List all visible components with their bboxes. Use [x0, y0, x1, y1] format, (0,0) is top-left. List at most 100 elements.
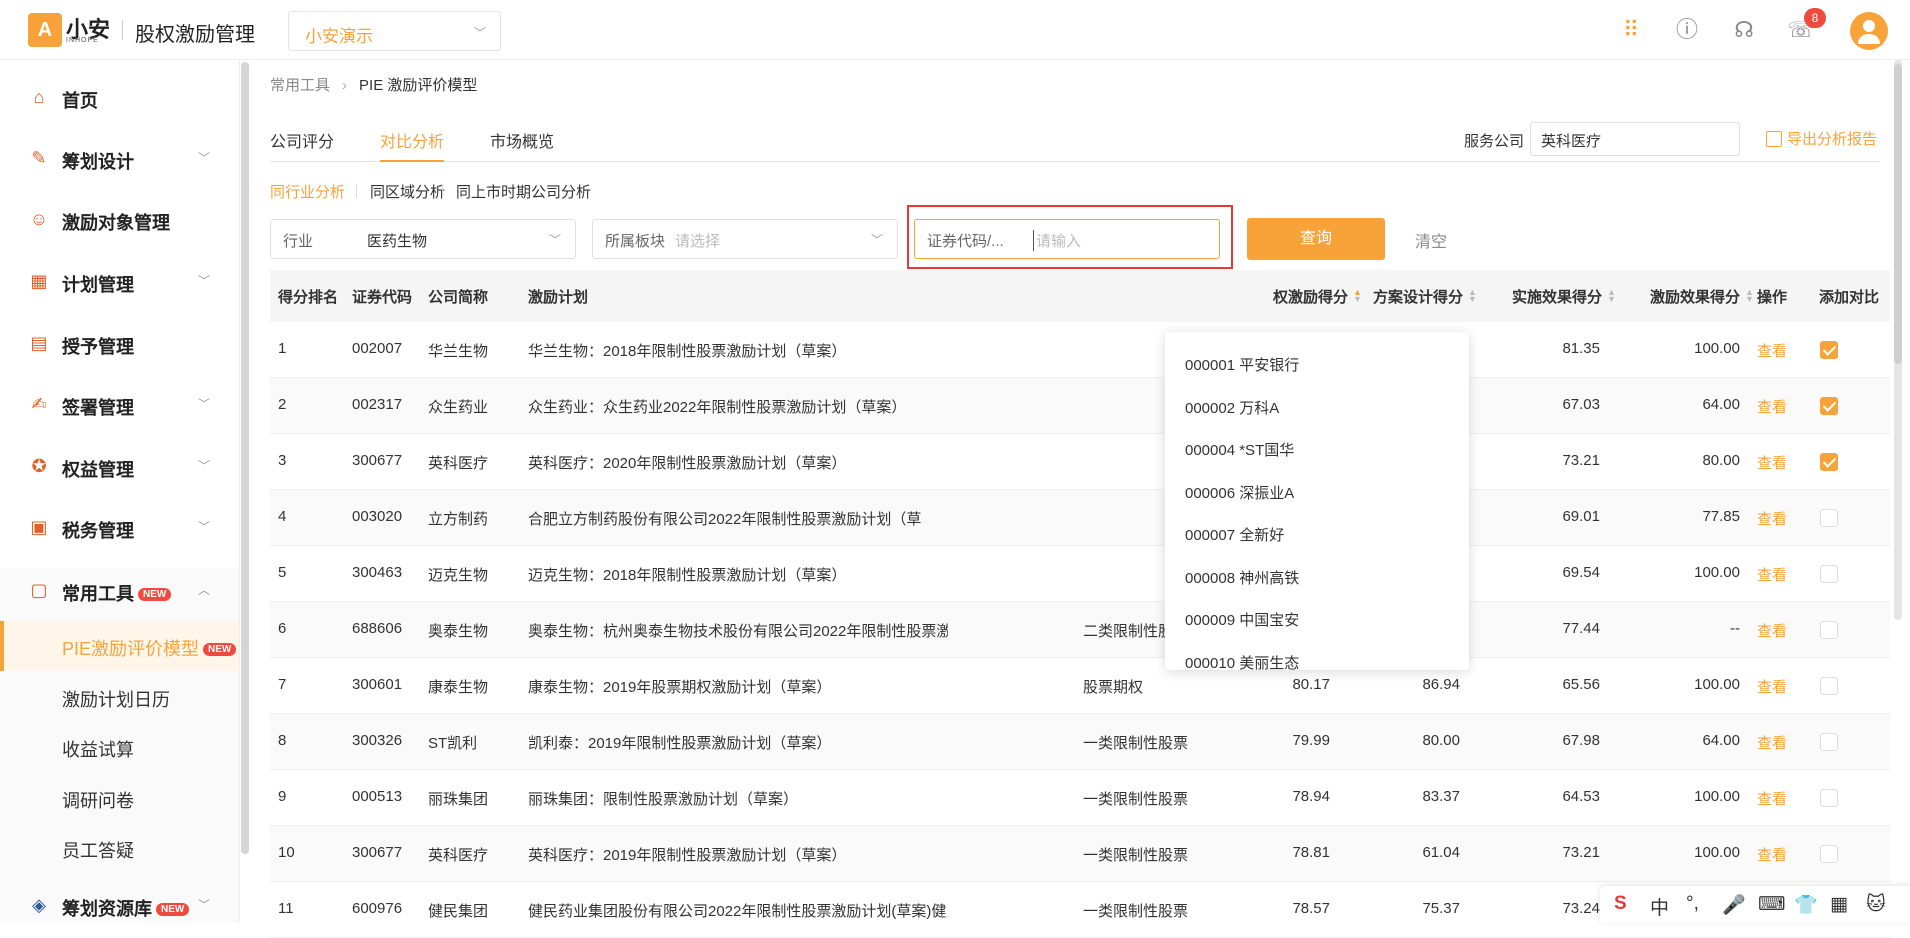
compare-checkbox[interactable]	[1820, 733, 1838, 751]
cell-effect: --	[1730, 620, 1740, 637]
view-link[interactable]: 查看	[1757, 844, 1787, 865]
sidebar-subitem-0[interactable]: PIE激励评价模型 NEW	[0, 621, 239, 671]
cell-score: 80.17	[1292, 676, 1330, 693]
sidebar-subitem-4[interactable]: 员工答疑	[0, 823, 239, 873]
tab-market-overview[interactable]: 市场概览	[490, 128, 554, 162]
sidebar-subitem-2[interactable]: 收益试算	[0, 722, 239, 772]
dropdown-option[interactable]: 000009 中国宝安	[1185, 609, 1299, 630]
compare-checkbox[interactable]	[1820, 621, 1838, 639]
view-link[interactable]: 查看	[1757, 340, 1787, 361]
cell-code: 300463	[352, 564, 403, 581]
th-plan: 激励计划	[528, 289, 589, 306]
sidebar-item-1[interactable]: ✎ 筹划设计 ﹀	[0, 133, 239, 183]
dropdown-option[interactable]: 000004 *ST国华	[1185, 439, 1294, 460]
th-score[interactable]: 权激励得分 ▲ ▼	[1273, 286, 1362, 307]
users-icon: ☺	[29, 209, 49, 229]
view-link[interactable]: 查看	[1757, 396, 1787, 417]
security-code-dropdown: 000001 平安银行 000002 万科A 000004 *ST国华 000006 …	[1165, 332, 1469, 670]
tax-icon: ▣	[30, 517, 48, 537]
compare-checkbox[interactable]	[1820, 845, 1838, 863]
subtab-same-region[interactable]: 同区域分析	[370, 181, 445, 202]
cell-code: 300677	[352, 844, 403, 861]
tab-company-score[interactable]: 公司评分	[270, 128, 334, 162]
security-code-input[interactable]: 证券代码/... 请输入	[914, 219, 1220, 259]
cell-effect: 100.00	[1694, 564, 1740, 581]
sidebar-item-7[interactable]: ▣ 税务管理 ﹀	[0, 502, 239, 552]
app-title: 股权激励管理	[135, 24, 255, 46]
main-scrollbar-thumb[interactable]	[1894, 64, 1902, 364]
query-button[interactable]: 查询	[1247, 218, 1385, 260]
cell-code: 600976	[352, 900, 403, 917]
toolbox-icon[interactable]: ▦	[1830, 893, 1848, 916]
microphone-icon[interactable]: 🎤	[1722, 893, 1746, 917]
tab-comparison[interactable]: 对比分析	[380, 128, 445, 162]
breadcrumb-parent[interactable]: 常用工具	[270, 77, 330, 94]
dropdown-option[interactable]: 000006 深振业A	[1185, 482, 1294, 503]
cell-name: 众生药业	[428, 399, 489, 416]
view-link[interactable]: 查看	[1757, 564, 1787, 585]
sidebar-item-4[interactable]: ▤ 授予管理	[0, 318, 239, 368]
chevron-up-icon: ︿	[198, 583, 211, 597]
th-design[interactable]: 方案设计得分 ▲ ▼	[1373, 286, 1477, 307]
dropdown-option[interactable]: 000008 神州高铁	[1185, 567, 1299, 588]
compare-checkbox[interactable]	[1820, 341, 1838, 359]
dropdown-option[interactable]: 000007 全新好	[1185, 524, 1284, 545]
sidebar-item-2[interactable]: ☺ 激励对象管理	[0, 194, 239, 244]
mascot-icon[interactable]: 🐱	[1866, 893, 1886, 916]
compare-checkbox[interactable]	[1820, 565, 1838, 583]
sidebar-item-resource-library[interactable]: ◈ 筹划资源库 NEW ﹀	[0, 880, 239, 923]
clear-button[interactable]: 清空	[1415, 228, 1447, 252]
view-link[interactable]: 查看	[1757, 676, 1787, 697]
view-link[interactable]: 查看	[1757, 508, 1787, 529]
th-impl[interactable]: 实施效果得分 ▲ ▼	[1512, 286, 1616, 307]
home-icon: ⌂	[33, 87, 45, 107]
dropdown-option[interactable]: 000010 美丽生态	[1185, 652, 1299, 671]
cell-plan: 迈克生物：2018年限制性股票激励计划（草案）	[528, 567, 847, 584]
sidebar-item-5[interactable]: ✍ 签署管理 ﹀	[0, 379, 239, 429]
sidebar-item-0[interactable]: ⌂ 首页	[0, 72, 239, 122]
dropdown-option[interactable]: 000001 平安银行	[1185, 354, 1299, 375]
th-effect[interactable]: 激励效果得分 ▲ ▼	[1650, 286, 1754, 307]
view-link[interactable]: 查看	[1757, 452, 1787, 473]
user-avatar[interactable]	[1850, 12, 1888, 50]
sidebar-item-label: 税务管理	[62, 521, 134, 541]
apps-grid-icon[interactable]: ⠿	[1616, 15, 1646, 45]
compare-checkbox[interactable]	[1820, 789, 1838, 807]
dropdown-option[interactable]: 000002 万科A	[1185, 397, 1279, 418]
subtab-same-listing-period[interactable]: 同上市时期公司分析	[456, 181, 591, 202]
view-link[interactable]: 查看	[1757, 788, 1787, 809]
cell-code: 300326	[352, 732, 403, 749]
sidebar-subitem-1[interactable]: 激励计划日历	[0, 672, 239, 722]
layers-icon: ◈	[32, 895, 46, 915]
sidebar-item-6[interactable]: ✪ 权益管理 ﹀	[0, 441, 239, 491]
th-code: 证券代码	[352, 289, 413, 306]
service-company-input[interactable]: 英科医疗	[1530, 122, 1740, 156]
cell-score: 78.81	[1292, 844, 1330, 861]
sogou-icon[interactable]: S	[1614, 893, 1627, 915]
subtab-same-industry[interactable]: 同行业分析	[270, 181, 345, 202]
compare-checkbox[interactable]	[1820, 397, 1838, 415]
sidebar-item-8[interactable]: ▢ 常用工具 NEW ︿	[0, 565, 239, 615]
industry-select[interactable]: 行业 医药生物 ﹀	[270, 219, 576, 259]
keyboard-icon[interactable]: ⌨	[1758, 893, 1785, 916]
shield-icon: ✪	[31, 456, 47, 476]
cell-rank: 7	[278, 676, 287, 693]
export-report-button[interactable]: 导出分析报告	[1766, 128, 1877, 149]
punctuation-icon[interactable]: °,	[1686, 893, 1699, 915]
view-link[interactable]: 查看	[1757, 620, 1787, 641]
sidebar-subitem-3[interactable]: 调研问卷	[0, 773, 239, 823]
help-icon[interactable]: ⓘ	[1672, 15, 1702, 45]
skin-icon[interactable]: 👕	[1794, 893, 1818, 917]
compare-checkbox[interactable]	[1820, 453, 1838, 471]
compare-checkbox[interactable]	[1820, 677, 1838, 695]
tenant-select[interactable]: 小安演示 ﹀	[288, 11, 501, 51]
board-select[interactable]: 所属板块 请选择 ﹀	[592, 219, 898, 259]
sidebar-scrollbar[interactable]	[241, 62, 249, 854]
sidebar-item-3[interactable]: ▦ 计划管理 ﹀	[0, 256, 239, 306]
headset-icon[interactable]: ☊	[1729, 15, 1759, 45]
compare-checkbox[interactable]	[1820, 509, 1838, 527]
chinese-mode-icon[interactable]: 中	[1650, 893, 1669, 920]
view-link[interactable]: 查看	[1757, 732, 1787, 753]
cell-impl: 67.03	[1562, 396, 1600, 413]
sidebar: ⌂ 首页 ✎ 筹划设计 ﹀ ☺ 激励对象管理 ▦ 计划管理 ﹀ ▤ 授予管理 ✍ 签署管理 ﹀ ✪ 权益管理 ﹀ ▣…	[0, 60, 240, 923]
